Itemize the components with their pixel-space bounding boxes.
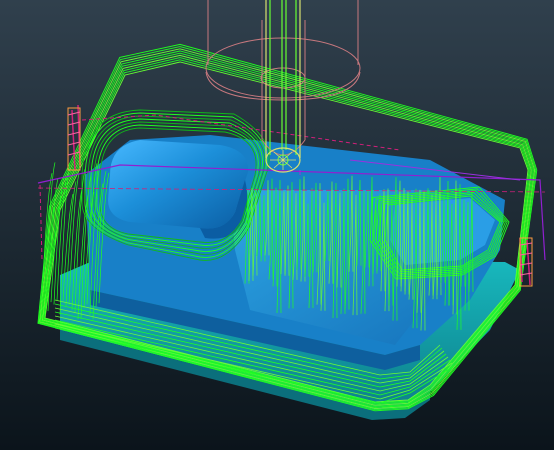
part-boss	[108, 140, 249, 229]
toolpath-scene	[0, 0, 554, 450]
cam-3d-viewport[interactable]	[0, 0, 554, 450]
